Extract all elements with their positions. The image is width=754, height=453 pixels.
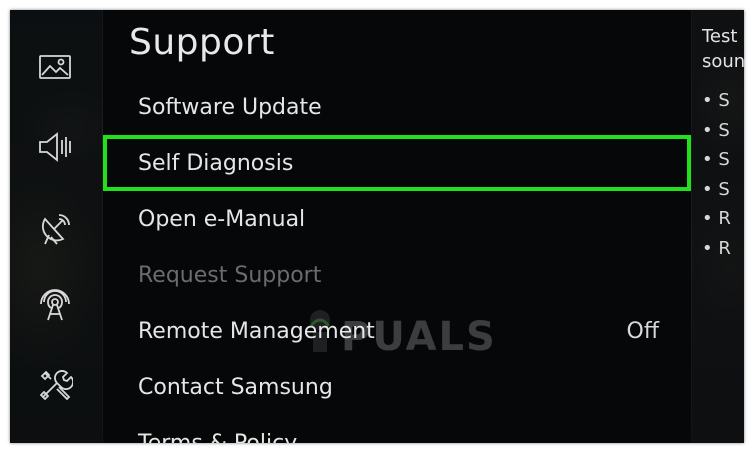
network-icon[interactable]	[36, 286, 74, 324]
menu-title: Support	[129, 22, 275, 63]
menu-item-contact-samsung[interactable]: Contact Samsung	[103, 359, 691, 415]
help-bullet: • S	[702, 149, 730, 170]
menu-item-label: Software Update	[138, 94, 322, 120]
menu-item-label: Terms & Policy	[138, 430, 298, 444]
menu-item-label: Remote Management	[138, 318, 375, 344]
help-line: soun	[702, 51, 744, 72]
picture-icon[interactable]	[36, 48, 74, 86]
help-bullet: • R	[702, 237, 731, 259]
menu-item-label: Self Diagnosis	[138, 150, 294, 176]
help-bullet-list: • S • S • S • S • R • R	[702, 90, 731, 267]
help-panel: Test soun • S • S • S • S • R • R	[692, 10, 744, 443]
help-bullet: • S	[702, 90, 730, 111]
tv-screen: Support Software Update Self Diagnosis O…	[10, 10, 744, 443]
menu-item-request-support: Request Support	[103, 247, 691, 303]
help-bullet: • S	[702, 178, 730, 200]
help-bullet: • S	[702, 119, 730, 141]
menu-item-self-diagnosis[interactable]: Self Diagnosis	[103, 135, 691, 191]
menu-item-open-e-manual[interactable]: Open e-Manual	[103, 191, 691, 247]
menu-item-software-update[interactable]: Software Update	[103, 79, 691, 135]
watermark-mascot-icon	[309, 310, 331, 352]
menu-item-label: Request Support	[138, 262, 322, 288]
help-line: Test	[702, 26, 738, 47]
settings-sidebar	[10, 10, 102, 443]
sound-icon[interactable]	[36, 128, 74, 166]
menu-item-label: Contact Samsung	[138, 374, 333, 400]
support-tools-icon[interactable]	[36, 366, 74, 404]
menu-item-label: Open e-Manual	[138, 206, 306, 232]
menu-item-terms-policy[interactable]: Terms & Policy	[103, 415, 691, 444]
broadcasting-icon[interactable]	[36, 210, 74, 248]
support-menu-panel: Support Software Update Self Diagnosis O…	[103, 10, 691, 443]
help-description: Test soun	[702, 24, 744, 74]
watermark-text: PUALS	[341, 314, 497, 360]
remote-management-value: Off	[626, 318, 659, 344]
help-bullet: • R	[702, 208, 731, 229]
